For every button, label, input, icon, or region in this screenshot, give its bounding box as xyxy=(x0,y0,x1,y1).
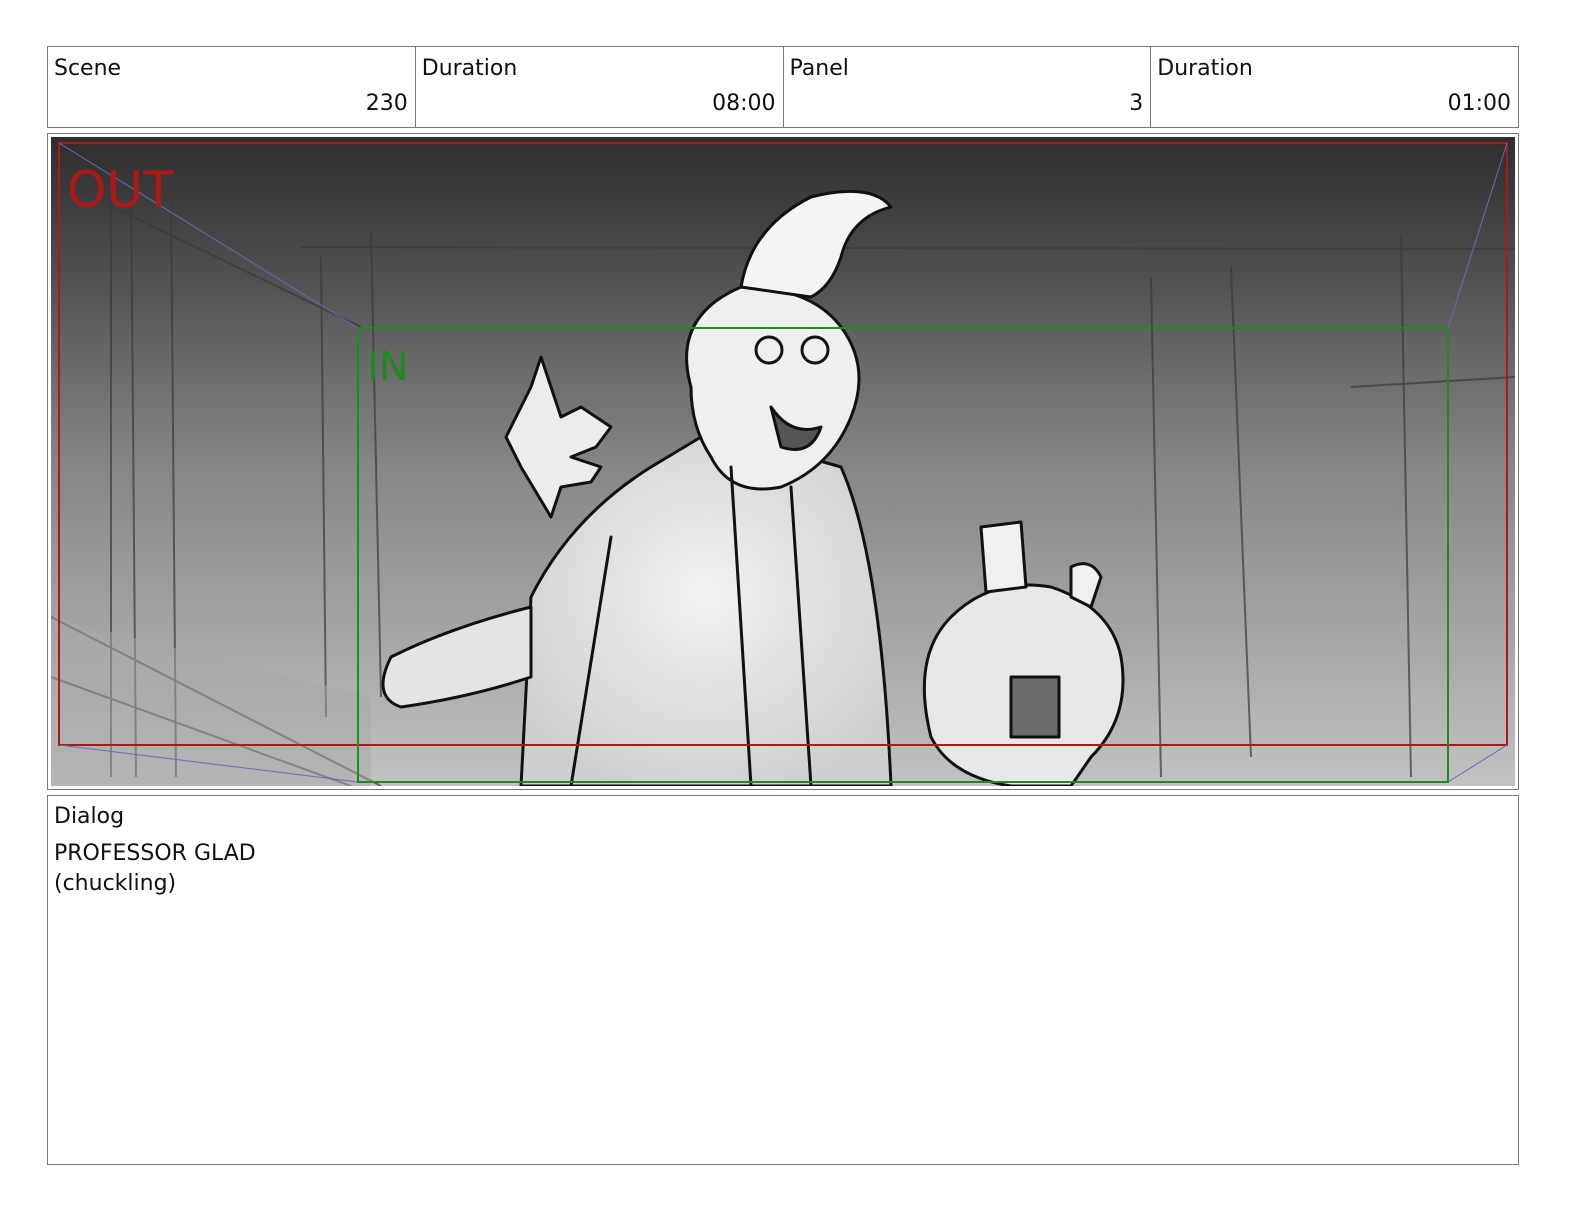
scene-duration-value: 08:00 xyxy=(712,91,776,116)
panel-label: Panel xyxy=(789,56,849,81)
dialog-box: Dialog PROFESSOR GLAD (chuckling) xyxy=(47,795,1519,1165)
scene-duration-label: Duration xyxy=(421,56,518,81)
panel-value: 3 xyxy=(1129,91,1144,116)
dialog-text: PROFESSOR GLAD (chuckling) xyxy=(54,839,256,899)
in-frame-label: IN xyxy=(367,344,409,390)
scene-cell: Scene 230 xyxy=(48,47,416,127)
panel-info-header: Scene 230 Duration 08:00 Panel 3 Duratio… xyxy=(47,46,1519,128)
scene-value: 230 xyxy=(365,91,408,116)
panel-duration-cell: Duration 01:00 xyxy=(1151,47,1518,127)
storyboard-sketch: OUT IN xyxy=(51,137,1515,786)
panel-duration-value: 01:00 xyxy=(1447,91,1511,116)
dialog-label: Dialog xyxy=(54,804,125,829)
dialog-character: PROFESSOR GLAD xyxy=(54,841,256,866)
storyboard-panel: OUT IN xyxy=(47,133,1519,790)
panel-duration-label: Duration xyxy=(1157,56,1253,81)
out-frame-label: OUT xyxy=(67,161,174,219)
scene-duration-cell: Duration 08:00 xyxy=(416,47,784,127)
dialog-parenthetical: (chuckling) xyxy=(54,871,177,896)
scene-label: Scene xyxy=(54,56,122,81)
panel-cell: Panel 3 xyxy=(784,47,1152,127)
